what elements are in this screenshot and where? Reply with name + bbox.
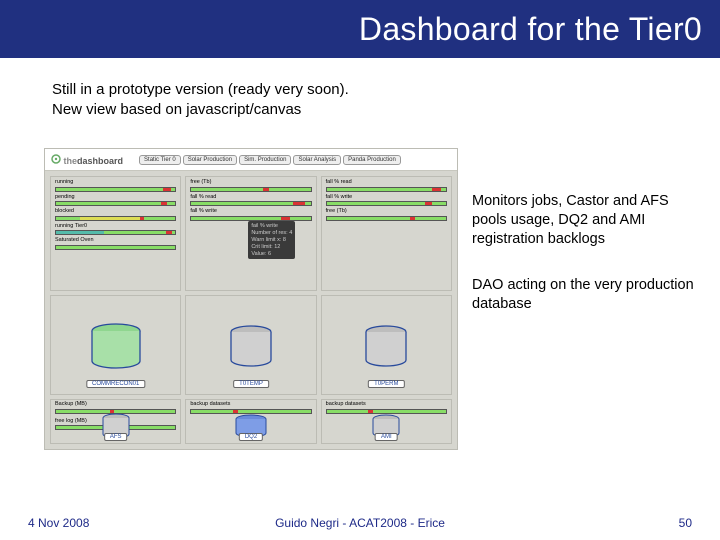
cylinder-icon — [364, 324, 408, 370]
panel-jobs: running pending blocked running Tier0 Sa… — [50, 176, 181, 291]
subtitle-line: Still in a prototype version (ready very… — [52, 80, 349, 100]
tooltip: fail % write Number of res: 4 Warn limit… — [248, 221, 295, 259]
cylinder-icon — [229, 324, 273, 370]
dashboard-tab[interactable]: Sim. Production — [239, 155, 291, 165]
dashboard-panels: running pending blocked running Tier0 Sa… — [45, 171, 457, 449]
title-bar: Dashboard for the Tier0 — [0, 0, 720, 58]
dashboard-tab[interactable]: Panda Production — [343, 155, 401, 165]
bar-row: fall % read — [326, 180, 447, 192]
panel-ami: backup datasets AMI — [321, 399, 452, 444]
panel-commrecon: COMMRECON01 — [50, 295, 181, 395]
bar-row: running — [55, 180, 176, 192]
bar-row: blocked — [55, 209, 176, 221]
panel-t0temp: T0TEMP — [185, 295, 316, 395]
note-dao: DAO acting on the very production databa… — [472, 276, 700, 314]
bar-row: fall % write — [190, 209, 311, 221]
cylinder-icon — [90, 322, 142, 372]
footer-date: 4 Nov 2008 — [28, 516, 89, 530]
dashboard-header: thedashboard Static Tier 0 Solar Product… — [45, 149, 457, 171]
footer: 4 Nov 2008 Guido Negri - ACAT2008 - Eric… — [0, 506, 720, 540]
dashboard-tabs: Static Tier 0 Solar Production Sim. Prod… — [139, 155, 401, 165]
cylinder-label: DQ2 — [239, 433, 263, 441]
logo-text: dashboard — [77, 156, 123, 166]
subtitle-line: New view based on javascript/canvas — [52, 100, 349, 120]
footer-page: 50 — [679, 516, 692, 530]
subtitle: Still in a prototype version (ready very… — [52, 80, 349, 121]
slide: Dashboard for the Tier0 Still in a proto… — [0, 0, 720, 540]
panel-t0perm: T0PERM — [321, 295, 452, 395]
panel-afs: Backup (MB) free log (MB) AFS — [50, 399, 181, 444]
bar-row: free (Tb) — [190, 180, 311, 192]
panel-dq2: backup datasets DQ2 — [185, 399, 316, 444]
gear-icon — [51, 154, 61, 164]
logo-prefix: the — [64, 156, 78, 166]
dashboard-logo: thedashboard — [51, 154, 123, 166]
dashboard-tab[interactable]: Solar Analysis — [293, 155, 341, 165]
cylinder-label: AMI — [375, 433, 398, 441]
cylinder-label: COMMRECON01 — [86, 380, 145, 388]
cylinder-label: AFS — [104, 433, 128, 441]
note-monitors: Monitors jobs, Castor and AFS pools usag… — [472, 192, 700, 249]
bar-row: pending — [55, 195, 176, 207]
bar-row: running Tier0 — [55, 224, 176, 236]
panel-castor-perm: fall % read fall % write free (Tb) — [321, 176, 452, 291]
bar-row: free (Tb) — [326, 209, 447, 221]
dashboard-tab[interactable]: Static Tier 0 — [139, 155, 181, 165]
cylinder-label: T0PERM — [368, 380, 404, 388]
bar-row: fall % write — [326, 195, 447, 207]
bar-row: fall % read — [190, 195, 311, 207]
dashboard-screenshot: thedashboard Static Tier 0 Solar Product… — [44, 148, 458, 450]
slide-title: Dashboard for the Tier0 — [359, 11, 702, 48]
cylinder-label: T0TEMP — [233, 380, 269, 388]
panel-castor-temp: free (Tb) fall % read fall % write fail … — [185, 176, 316, 291]
dashboard-tab[interactable]: Solar Production — [183, 155, 237, 165]
footer-center: Guido Negri - ACAT2008 - Erice — [275, 516, 445, 530]
bar-row: backup datasets — [326, 402, 447, 414]
bar-row: backup datasets — [190, 402, 311, 414]
bar-row: Saturated Oven — [55, 238, 176, 250]
